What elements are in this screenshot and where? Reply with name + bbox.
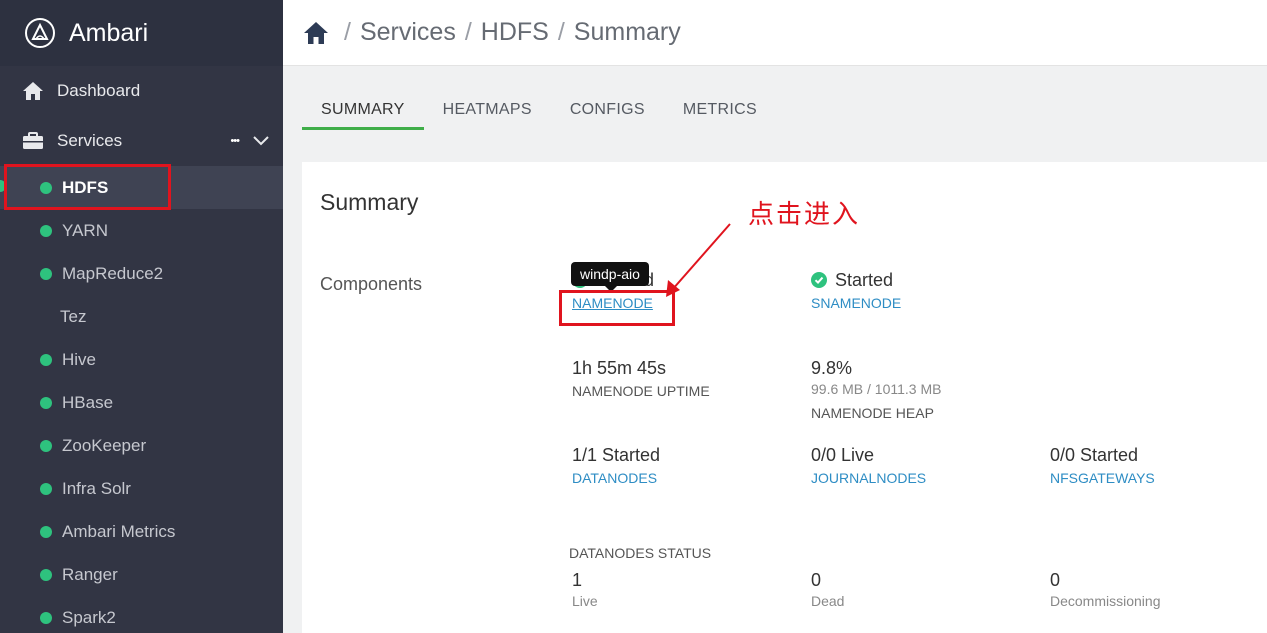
sidebar-item-hdfs[interactable]: HDFS <box>0 166 283 209</box>
sidebar-item-label: ZooKeeper <box>62 435 147 455</box>
snamenode-component: Started SNAMENODE <box>811 270 901 311</box>
sidebar-item-dashboard[interactable]: Dashboard <box>0 66 283 116</box>
brand[interactable]: Ambari <box>0 0 283 66</box>
sidebar-item-zookeeper[interactable]: ZooKeeper <box>0 424 283 467</box>
nfsgateways-summary: 0/0 Started NFSGATEWAYS <box>1050 445 1155 486</box>
breadcrumb-separator: / <box>344 18 351 46</box>
sidebar-item-label: Tez <box>60 306 87 326</box>
datanodes-decommissioning: 0 Decommissioning <box>1050 570 1160 609</box>
hostname-tooltip: windp-aio <box>571 262 649 292</box>
check-circle-icon <box>811 272 827 288</box>
live-label: Live <box>572 593 598 609</box>
snamenode-status: Started <box>811 270 901 291</box>
datanodes-live: 1 Live <box>572 570 598 609</box>
chevron-down-icon[interactable] <box>253 136 269 146</box>
summary-panel: Summary Components Started NAMENODE wind… <box>302 162 1267 633</box>
home-icon[interactable] <box>303 20 329 46</box>
sidebar-item-label: Ambari Metrics <box>62 521 176 541</box>
uptime-label: NAMENODE UPTIME <box>572 383 710 399</box>
sidebar-item-label: HDFS <box>62 177 109 197</box>
datanodes-value: 1/1 Started <box>572 445 661 465</box>
dead-label: Dead <box>811 593 845 609</box>
datanodes-summary: 1/1 Started DATANODES <box>572 445 660 486</box>
status-dot <box>40 568 52 581</box>
uptime-value: 1h 55m 45s <box>572 358 667 378</box>
status-dot <box>40 181 52 194</box>
sidebar-item-hive[interactable]: Hive <box>0 338 283 381</box>
panel-title: Summary <box>320 189 419 215</box>
sidebar-item-label: Infra Solr <box>62 478 131 498</box>
status-dot <box>40 611 52 624</box>
nfsgateways-value: 0/0 Started <box>1050 445 1139 465</box>
tab-configs[interactable]: CONFIGS <box>551 90 664 130</box>
journalnodes-value: 0/0 Live <box>811 445 875 465</box>
journalnodes-summary: 0/0 Live JOURNALNODES <box>811 445 926 486</box>
status-dot <box>40 482 52 495</box>
more-actions-button[interactable]: ••• <box>230 135 240 147</box>
annotation-arrow <box>666 223 731 297</box>
status-dot <box>40 224 52 237</box>
live-value: 1 <box>572 570 583 590</box>
status-dot <box>40 439 52 452</box>
dead-value: 0 <box>811 570 822 590</box>
sidebar: Ambari Dashboard Services ••• HDFS YARN … <box>0 0 283 633</box>
sidebar-item-tez[interactable]: Tez <box>0 295 283 338</box>
sidebar-item-label: Ranger <box>62 564 118 584</box>
datanodes-link[interactable]: DATANODES <box>572 470 660 486</box>
ambari-logo-icon <box>25 18 55 48</box>
decommissioning-label: Decommissioning <box>1050 593 1161 609</box>
namenode-heap: 9.8% 99.6 MB / 1011.3 MB NAMENODE HEAP <box>811 358 941 421</box>
namenode-uptime: 1h 55m 45s NAMENODE UPTIME <box>572 358 710 399</box>
status-dot <box>40 396 52 409</box>
sidebar-item-hbase[interactable]: HBase <box>0 381 283 424</box>
status-dot <box>40 353 52 366</box>
breadcrumb-separator: / <box>557 18 565 46</box>
namenode-highlight-box <box>559 290 675 326</box>
tab-summary[interactable]: SUMMARY <box>302 90 424 130</box>
breadcrumb-services[interactable]: Services <box>360 18 456 47</box>
sidebar-item-ambari-metrics[interactable]: Ambari Metrics <box>0 510 283 553</box>
journalnodes-link[interactable]: JOURNALNODES <box>811 470 926 486</box>
decommissioning-value: 0 <box>1050 570 1061 590</box>
sidebar-item-label: Spark2 <box>62 607 116 627</box>
home-icon <box>22 80 44 102</box>
tab-heatmaps[interactable]: HEATMAPS <box>424 90 551 130</box>
components-label: Components <box>320 274 423 294</box>
nfsgateways-link[interactable]: NFSGATEWAYS <box>1050 470 1155 486</box>
breadcrumb: / Services / HDFS / Summary <box>283 0 1267 66</box>
services-list: HDFS YARN MapReduce2 Tez Hive HBase ZooK… <box>0 166 283 633</box>
sidebar-item-infra-solr[interactable]: Infra Solr <box>0 467 283 510</box>
sidebar-item-label: Services <box>57 131 123 150</box>
sidebar-item-label: Dashboard <box>57 81 141 100</box>
sidebar-item-yarn[interactable]: YARN <box>0 209 283 252</box>
breadcrumb-page: Summary <box>573 18 681 46</box>
sidebar-item-mapreduce2[interactable]: MapReduce2 <box>0 252 283 295</box>
tab-metrics[interactable]: METRICS <box>664 90 776 130</box>
heap-detail: 99.6 MB / 1011.3 MB <box>811 381 942 397</box>
breadcrumb-separator: / <box>464 18 472 46</box>
active-indicator <box>0 180 6 192</box>
sidebar-item-label: HBase <box>62 392 114 412</box>
status-dot <box>40 267 52 280</box>
breadcrumb-service[interactable]: HDFS <box>481 18 549 47</box>
snamenode-link[interactable]: SNAMENODE <box>811 295 901 311</box>
datanodes-dead: 0 Dead <box>811 570 844 609</box>
briefcase-icon <box>22 130 44 152</box>
annotation-note: 点击进入 <box>748 200 861 230</box>
sidebar-item-label: MapReduce2 <box>62 263 164 283</box>
sidebar-item-spark2[interactable]: Spark2 <box>0 596 283 633</box>
heap-label: NAMENODE HEAP <box>811 405 934 421</box>
datanodes-status-label: DATANODES STATUS <box>569 545 712 561</box>
heap-value: 9.8% <box>811 358 853 378</box>
service-tabs: SUMMARY HEATMAPS CONFIGS METRICS <box>302 90 776 130</box>
sidebar-item-label: YARN <box>62 220 108 240</box>
brand-name: Ambari <box>69 18 149 47</box>
status-dot <box>40 525 52 538</box>
sidebar-item-label: Hive <box>62 349 97 369</box>
sidebar-item-ranger[interactable]: Ranger <box>0 553 283 596</box>
sidebar-item-services[interactable]: Services ••• <box>0 116 283 166</box>
